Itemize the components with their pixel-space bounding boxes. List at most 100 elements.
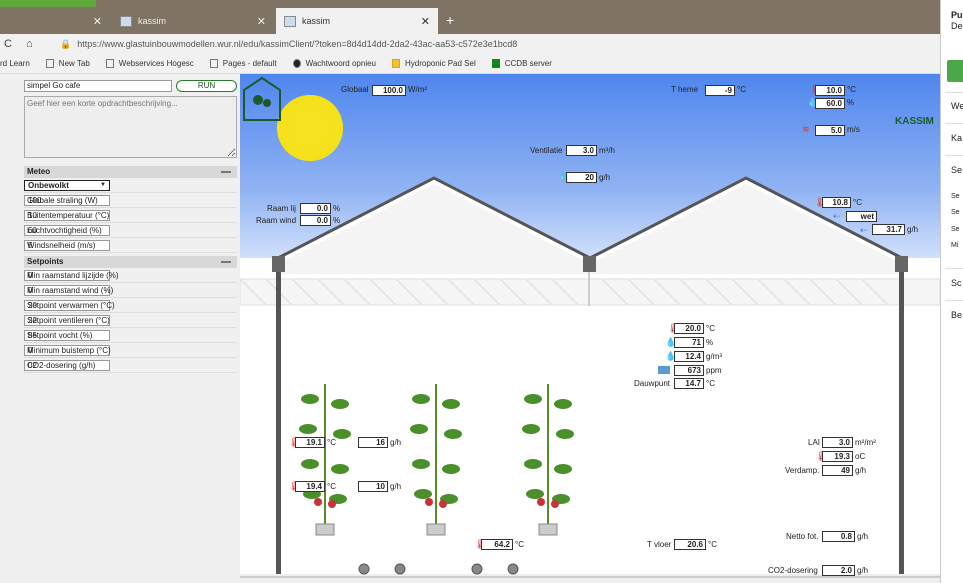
vent-water-unit: g/h <box>599 173 611 182</box>
lai-unit: m²/m² <box>855 438 876 447</box>
side-action-button[interactable] <box>947 60 963 82</box>
field-label: Setpoint verwarmen (°C) <box>27 300 115 310</box>
kassim-favicon-icon <box>284 15 296 27</box>
bookmark-item[interactable]: Hydroponic Pad Sel <box>392 59 476 68</box>
collapse-icon[interactable] <box>221 261 231 263</box>
kassim-logo-icon <box>243 76 281 121</box>
side-subitem[interactable]: Se <box>951 226 960 233</box>
leaf-temp-unit: °C <box>327 438 336 447</box>
transpiration-unit: g/h <box>390 438 402 447</box>
collapse-icon[interactable] <box>221 171 231 173</box>
meteo-row-wind: Windsnelheid (m/s) 5 <box>24 238 237 253</box>
description-textarea[interactable] <box>24 96 237 158</box>
t-vloer-value: 20.6 <box>674 539 706 550</box>
bookmark-item[interactable]: New Tab <box>45 59 90 68</box>
meteo-row-straling: Globale straling (W) 100 <box>24 193 237 208</box>
close-icon[interactable]: ✕ <box>93 15 102 28</box>
side-item[interactable]: Se <box>951 165 962 175</box>
bewolking-select[interactable]: Onbewolkt <box>24 179 110 191</box>
page-icon <box>105 59 114 68</box>
bookmark-item[interactable]: rd Learn <box>0 59 30 68</box>
lai-label: LAI <box>808 438 821 447</box>
side-item[interactable]: We <box>951 101 963 111</box>
crop-temp-value: 19.3 <box>822 451 853 462</box>
condensation-value: 31.7 <box>872 224 905 235</box>
side-title: Pu <box>951 10 963 20</box>
co2-dosering-label: CO2-dosering <box>768 566 818 575</box>
meteo-row-bewolking: BewolkingOnbewolkt <box>24 178 237 193</box>
raam-wind-unit: % <box>333 216 341 225</box>
dauwpunt-label: Dauwpunt <box>634 379 671 388</box>
pipe-temp-value: 64.2 <box>481 539 513 550</box>
t-vloer-unit: °C <box>708 540 717 549</box>
ventilatie-value: 3.0 <box>566 145 597 156</box>
netto-fot-value: 0.8 <box>822 531 855 542</box>
condensation-unit: g/h <box>907 225 919 234</box>
reload-icon[interactable]: C <box>4 38 22 50</box>
raam-lij-label: Raam lij <box>267 204 296 213</box>
setpoints-header[interactable]: Setpoints <box>24 256 237 268</box>
side-subtitle: De <box>951 21 963 31</box>
raam-lij-value[interactable]: 0.0 <box>300 203 331 214</box>
side-item[interactable]: Sc <box>951 278 962 288</box>
dauwpunt-unit: °C <box>706 379 715 388</box>
air-temp-value: 20.0 <box>674 323 704 334</box>
field-label: Minimum buistemp (°C) <box>27 345 111 355</box>
bookmark-item[interactable]: CCDB server <box>491 59 552 68</box>
t-vloer-label: T vloer <box>647 540 672 549</box>
divider <box>945 268 963 269</box>
co2-dosering-unit: g/h <box>857 566 869 575</box>
setpoints-section: Setpoints Min raamstand lijzijde (%) 0 Mi… <box>24 256 237 373</box>
meteo-header[interactable]: Meteo <box>24 166 237 178</box>
sun-icon <box>392 59 401 68</box>
bookmark-item[interactable]: Pages - default <box>209 59 277 68</box>
field-label: Buitentemperatuur (°C) <box>27 210 110 220</box>
raam-wind-value[interactable]: 0.0 <box>300 215 331 226</box>
project-name-input[interactable]: simpel Go cafe <box>24 80 172 92</box>
run-button[interactable]: RUN <box>176 80 237 92</box>
bookmarks-bar: rd Learn New Tab Webservices Hogesc Page… <box>0 54 940 74</box>
tab-kassim-1[interactable]: kassim ✕ <box>112 8 274 34</box>
outdoor-temp-value: 10.0 <box>815 85 845 96</box>
home-icon[interactable]: ⌂ <box>26 38 44 50</box>
divider <box>945 155 963 156</box>
tab-kassim-2[interactable]: kassim ✕ <box>276 8 438 34</box>
wind-unit: m/s <box>847 125 860 134</box>
co2-unit: ppm <box>706 366 722 375</box>
ventilatie-label: Ventilatie <box>530 146 563 155</box>
kassim-logo-text: KASSIM <box>895 116 934 127</box>
bookmark-item[interactable]: Webservices Hogesc <box>105 59 194 68</box>
air-abs-unit: g/m³ <box>706 352 722 361</box>
setpoint-row: Setpoint ventileren (°C) 22 <box>24 313 237 328</box>
bookmark-label: Hydroponic Pad Sel <box>405 59 476 68</box>
lai-value: 3.0 <box>822 437 853 448</box>
globaal-unit: W/m² <box>408 85 428 94</box>
field-label: Setpoint ventileren (°C) <box>27 315 110 325</box>
arrow-left-icon: ⇠ <box>833 211 841 221</box>
screen-temp-value: 10.8 <box>822 197 851 208</box>
address-bar: C ⌂ 🔒 https://www.glastuinbouwmodellen.w… <box>0 34 940 54</box>
air-rh-value: 71 <box>674 337 704 348</box>
side-subitem[interactable]: Mi <box>951 242 958 249</box>
new-tab-plus-icon[interactable]: + <box>446 12 454 28</box>
setpoint-row: Min raamstand wind (%) 0 <box>24 283 237 298</box>
bookmark-item[interactable]: Wachtwoord opnieu <box>292 59 376 68</box>
meteo-row-vocht: Luchtvochtigheid (%) 60 <box>24 223 237 238</box>
side-item[interactable]: Be <box>951 310 962 320</box>
field-label: Windsnelheid (m/s) <box>27 240 96 250</box>
netto-fot-label: Netto fot. <box>786 532 819 541</box>
close-icon[interactable]: ✕ <box>257 15 266 28</box>
verdamp-unit: g/h <box>855 466 867 475</box>
sun-icon <box>277 95 343 161</box>
close-icon[interactable]: ✕ <box>421 15 430 28</box>
ventilatie-unit: m³/h <box>599 146 615 155</box>
co2-icon <box>658 366 670 374</box>
field-label: Globale straling (W) <box>27 195 98 205</box>
field-label: Min raamstand lijzijde (%) <box>27 270 119 280</box>
tab-previous[interactable]: ✕ <box>0 8 110 34</box>
fruit-flow-unit: g/h <box>390 482 402 491</box>
side-item[interactable]: Ka <box>951 133 962 143</box>
url-field[interactable]: https://www.glastuinbouwmodellen.wur.nl/… <box>77 39 517 49</box>
side-subitem[interactable]: Se <box>951 209 960 216</box>
side-subitem[interactable]: Se <box>951 193 960 200</box>
